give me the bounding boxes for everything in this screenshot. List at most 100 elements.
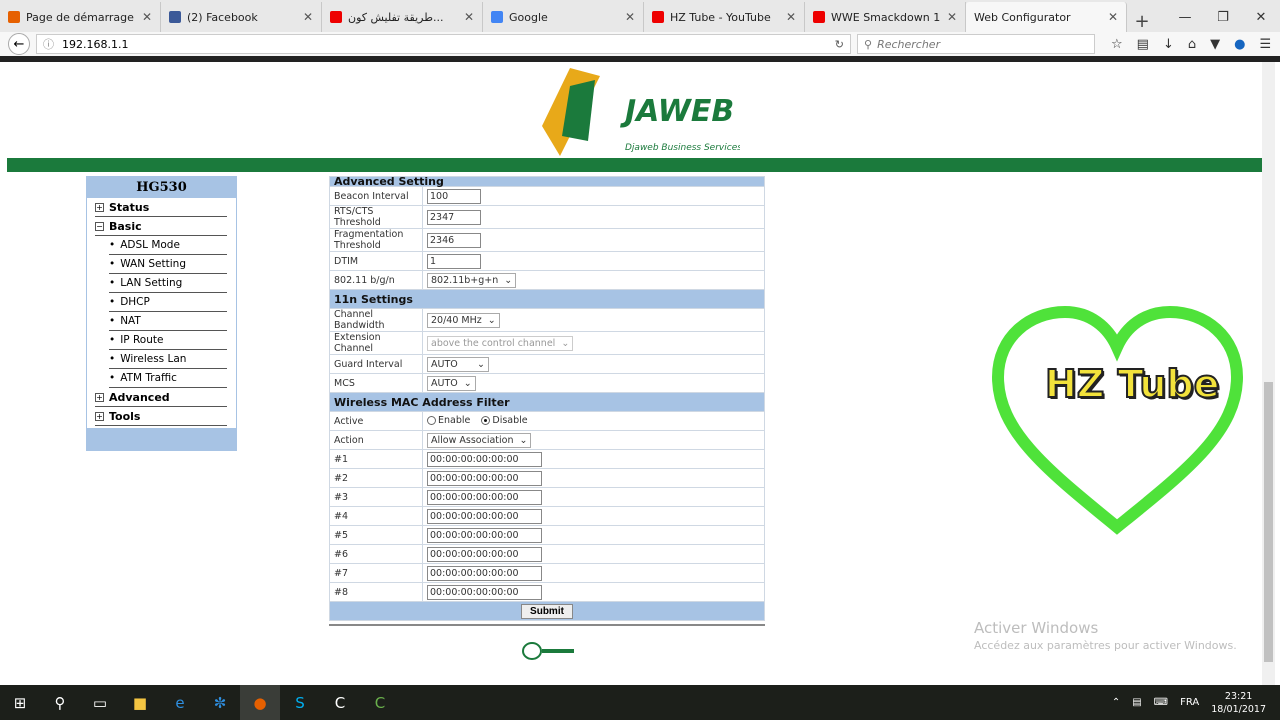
label: #2 — [329, 468, 423, 488]
sidebar-item[interactable]: • ATM Traffic — [109, 369, 227, 388]
sidebar-item[interactable]: + Status — [95, 198, 227, 217]
sidebar-title: HG530 — [87, 177, 236, 198]
mac-address-input[interactable]: 00:00:00:00:00:00 — [427, 527, 542, 543]
rts-threshold-input[interactable]: 2347 — [427, 209, 481, 225]
search-icon[interactable]: ⚲ — [40, 685, 80, 720]
close-icon[interactable]: ✕ — [464, 10, 474, 24]
activate-windows-notice: Activer Windows Accédez aux paramètres p… — [974, 619, 1237, 652]
close-icon[interactable]: ✕ — [947, 10, 957, 24]
file-explorer-icon[interactable]: ■ — [120, 685, 160, 720]
sidebar-item[interactable]: • DHCP — [109, 293, 227, 312]
header-bar — [7, 158, 1273, 172]
browser-tab[interactable]: WWE Smackdown 17 Ja... ✕ — [805, 2, 966, 32]
download-icon[interactable]: ↓ — [1163, 37, 1174, 52]
mcs-select[interactable]: AUTO ⌄ — [427, 375, 476, 391]
wireless-settings-form: Advanced Setting Beacon Interval 100 RTS/… — [329, 176, 765, 621]
clipboard-icon[interactable]: ▤ — [1137, 37, 1149, 52]
dtim-input[interactable]: 1 — [427, 253, 481, 269]
close-icon[interactable]: ✕ — [1108, 10, 1118, 24]
task-view-icon[interactable]: ▭ — [80, 685, 120, 720]
sidebar-item[interactable]: + Advanced — [95, 388, 227, 407]
wireless-mode-select[interactable]: 802.11b+g+n ⌄ — [427, 272, 517, 288]
keyboard-icon[interactable]: ⌨ — [1154, 697, 1168, 708]
enable-radio[interactable]: Enable — [427, 415, 470, 426]
label: #6 — [329, 544, 423, 564]
sidebar-item[interactable]: • WAN Setting — [109, 255, 227, 274]
sidebar-item[interactable]: • NAT — [109, 312, 227, 331]
guard-interval-select[interactable]: AUTO ⌄ — [427, 356, 489, 372]
bullet-icon: • — [109, 258, 116, 270]
svg-text:JAWEB: JAWEB — [620, 94, 734, 129]
mac-address-input[interactable]: 00:00:00:00:00:00 — [427, 565, 542, 581]
close-window-icon[interactable]: ✕ — [1242, 10, 1280, 25]
sidebar: HG530 + Status − Basic • ADSL Mode • WAN Settin… — [86, 176, 237, 451]
browser-tab[interactable]: (2) Facebook ✕ — [161, 2, 322, 32]
algerie-telecom-logo — [522, 642, 574, 660]
menu-icon[interactable]: ☰ — [1259, 37, 1271, 52]
windows-start-icon[interactable]: ⊞ — [0, 685, 40, 720]
chevron-up-icon[interactable]: ⌃ — [1112, 697, 1120, 708]
sidebar-item[interactable]: • LAN Setting — [109, 274, 227, 293]
label: Action — [329, 430, 423, 450]
action-select[interactable]: Allow Association ⌄ — [427, 432, 532, 448]
browser-tab[interactable]: طريقة تفليش كون... ✕ — [322, 2, 483, 32]
search-input[interactable]: ⚲ Rechercher — [857, 34, 1095, 54]
mac-address-input[interactable]: 00:00:00:00:00:00 — [427, 451, 542, 467]
divider — [329, 624, 765, 626]
bullet-icon: • — [109, 334, 116, 346]
submit-button[interactable]: Submit — [521, 603, 573, 619]
camtasia-recorder-icon[interactable]: C — [360, 685, 400, 720]
restore-icon[interactable]: ❐ — [1204, 10, 1242, 25]
minimize-icon[interactable]: — — [1166, 10, 1204, 25]
section-mac-filter: Wireless MAC Address Filter — [329, 392, 765, 412]
sidebar-item[interactable]: • IP Route — [109, 331, 227, 350]
disable-radio[interactable]: Disable — [481, 415, 528, 426]
sidebar-item[interactable]: − Basic — [95, 217, 227, 236]
sidebar-item[interactable]: • ADSL Mode — [109, 236, 227, 255]
sidebar-item[interactable]: • Wireless Lan — [109, 350, 227, 369]
browser-tab[interactable]: Page de démarrage de ... ✕ — [0, 2, 161, 32]
minus-icon: − — [95, 221, 104, 231]
fragmentation-threshold-input[interactable]: 2346 — [427, 232, 481, 248]
mac-row: #3 00:00:00:00:00:00 — [329, 487, 765, 507]
mac-address-input[interactable]: 00:00:00:00:00:00 — [427, 546, 542, 562]
chevron-down-icon: ⌄ — [487, 314, 496, 326]
close-icon[interactable]: ✕ — [625, 10, 635, 24]
tab-label: Web Configurator — [974, 10, 1071, 24]
mac-address-input[interactable]: 00:00:00:00:00:00 — [427, 508, 542, 524]
edge-icon[interactable]: e — [160, 685, 200, 720]
mac-row: #2 00:00:00:00:00:00 — [329, 468, 765, 488]
bookmark-star-icon[interactable]: ☆ — [1111, 37, 1123, 52]
firefox-icon[interactable]: ● — [240, 685, 280, 720]
pocket-icon[interactable]: ▼ — [1210, 37, 1220, 52]
clock[interactable]: 23:21 18/01/2017 — [1211, 690, 1266, 716]
home-icon[interactable]: ⌂ — [1188, 37, 1196, 52]
browser-tab[interactable]: Web Configurator ✕ — [966, 2, 1127, 32]
reload-icon[interactable]: ↻ — [835, 38, 844, 51]
extension-icon[interactable]: ● — [1234, 37, 1245, 52]
new-tab-button[interactable]: + — [1127, 11, 1157, 32]
sidebar-item[interactable]: + Tools — [95, 407, 227, 426]
skype-icon[interactable]: S — [280, 685, 320, 720]
browser-tab[interactable]: HZ Tube - YouTube ✕ — [644, 2, 805, 32]
mac-address-input[interactable]: 00:00:00:00:00:00 — [427, 489, 542, 505]
mac-address-input[interactable]: 00:00:00:00:00:00 — [427, 470, 542, 486]
close-icon[interactable]: ✕ — [303, 10, 313, 24]
label: DTIM — [329, 251, 423, 271]
mac-row: #6 00:00:00:00:00:00 — [329, 544, 765, 564]
url-bar[interactable]: ⓘ 192.168.1.1 ↻ — [36, 34, 851, 54]
close-icon[interactable]: ✕ — [786, 10, 796, 24]
camtasia-icon[interactable]: C — [320, 685, 360, 720]
label: 802.11 b/g/n — [329, 270, 423, 290]
channel-bandwidth-select[interactable]: 20/40 MHz ⌄ — [427, 312, 500, 328]
chevron-down-icon: ⌄ — [504, 274, 513, 286]
back-button[interactable]: ← — [8, 33, 30, 55]
notification-icon[interactable]: ▤ — [1132, 697, 1141, 708]
close-icon[interactable]: ✕ — [142, 10, 152, 24]
beacon-interval-input[interactable]: 100 — [427, 188, 481, 204]
browser-tab[interactable]: Google ✕ — [483, 2, 644, 32]
app-icon[interactable]: ✼ — [200, 685, 240, 720]
mac-address-input[interactable]: 00:00:00:00:00:00 — [427, 584, 542, 600]
language-indicator[interactable]: FRA — [1180, 697, 1199, 708]
scrollbar[interactable] — [1262, 62, 1275, 685]
